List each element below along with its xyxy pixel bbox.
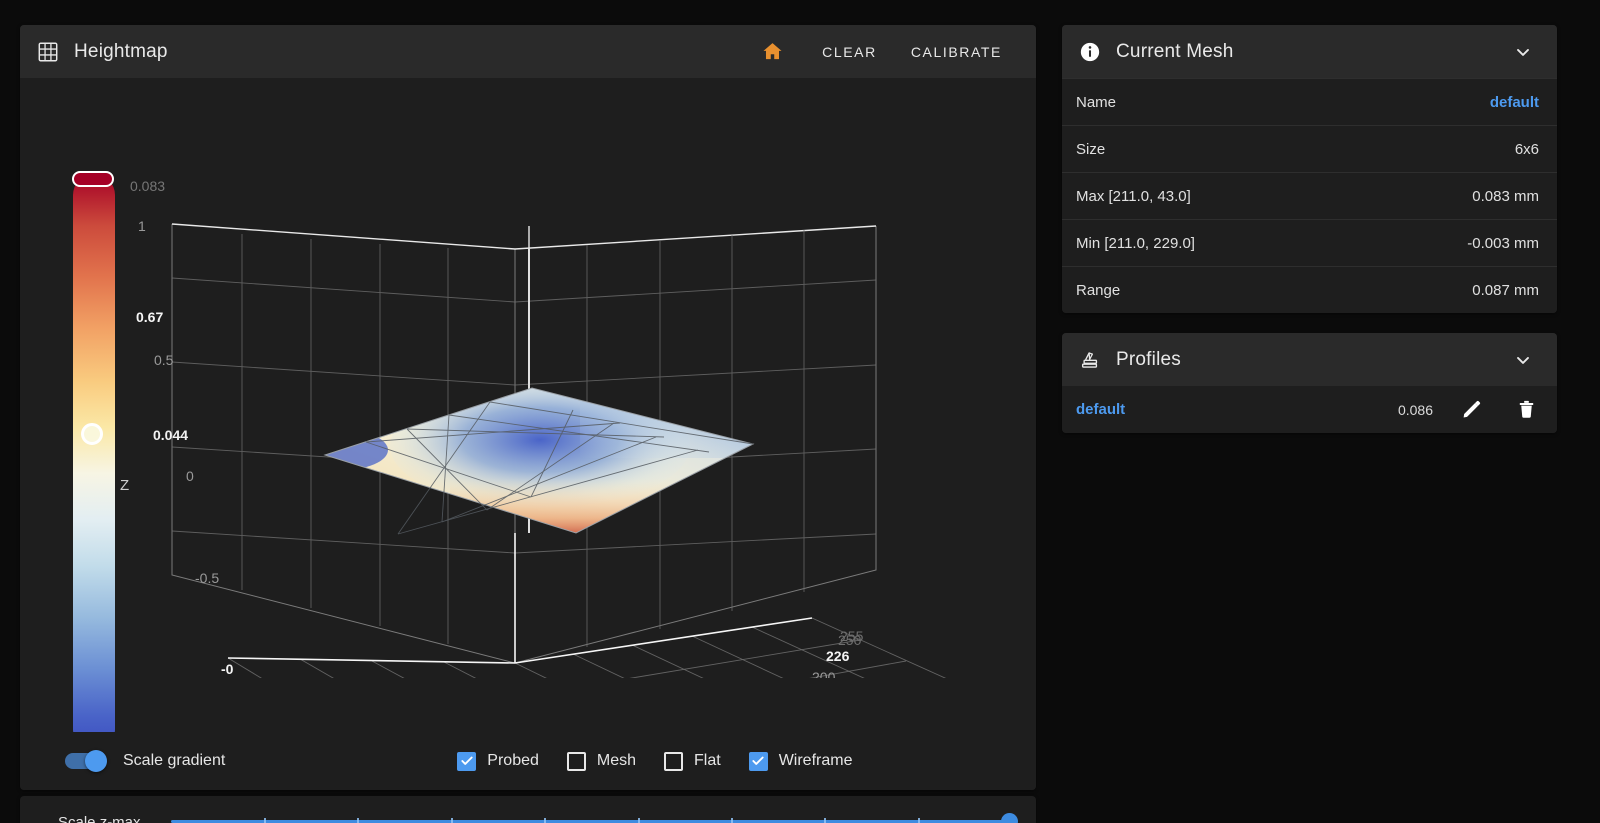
zmax-slider-tick xyxy=(824,818,827,823)
colorbar-axis-title: Z xyxy=(120,477,130,494)
checkbox-probed[interactable]: Probed xyxy=(457,751,539,771)
chevron-down-icon[interactable] xyxy=(1509,346,1537,374)
zmax-label: Scale z-max. xyxy=(58,813,145,823)
zmax-slider-tick xyxy=(731,818,733,823)
scale-gradient-label: Scale gradient xyxy=(123,752,226,769)
colorbar-mid-label: 0.044 xyxy=(153,427,189,443)
colorbar-min-label: -0.003 xyxy=(128,731,168,732)
profiles-card: Profiles default 0.086 xyxy=(1062,333,1557,433)
pencil-icon xyxy=(1461,400,1482,423)
color-gradient-bar xyxy=(73,174,115,732)
mesh-row-max: Max [211.0, 43.0] 0.083 mm xyxy=(1062,172,1557,219)
delete-profile-button[interactable] xyxy=(1510,393,1543,426)
colorbar-max-label: 0.083 xyxy=(130,178,166,194)
checkbox-flat[interactable]: Flat xyxy=(664,751,721,771)
mesh-row-key: Range xyxy=(1076,281,1121,299)
calibrate-button[interactable]: CALIBRATE xyxy=(897,36,1016,68)
zmax-slider-tick xyxy=(450,818,453,823)
z-tick-neg05: -0.5 xyxy=(195,570,219,586)
display-checkbox-group: Probed Mesh Flat Wireframe xyxy=(457,751,853,771)
zmax-slider-tick xyxy=(264,818,267,823)
y-tick-255: 255 xyxy=(840,628,864,644)
heightmap-page: Heightmap CLEAR CALIBRATE 1 0.67 0.5 0 -… xyxy=(0,0,1600,823)
mesh-row-value[interactable]: default xyxy=(1490,94,1539,111)
zmax-slider-tick xyxy=(637,818,640,823)
checkbox-probed-label: Probed xyxy=(487,752,539,769)
profile-list-item: default 0.086 xyxy=(1062,386,1557,433)
y-tick-200: 200 xyxy=(812,669,836,678)
heightmap-plot[interactable]: 1 0.67 0.5 0 -0.5 -0 50 100 150 200 226 … xyxy=(20,78,1036,732)
mesh-surface xyxy=(323,387,755,535)
mesh-row-key: Min [211.0, 229.0] xyxy=(1076,234,1195,252)
z-tick-067: 0.67 xyxy=(136,309,163,325)
plot-options-row: Scale gradient Probed Mesh Flat Wirefram… xyxy=(20,732,1036,790)
edit-profile-button[interactable] xyxy=(1455,393,1488,426)
color-scale-mid-handle[interactable] xyxy=(81,423,103,445)
checkbox-wireframe-box[interactable] xyxy=(748,751,768,771)
left-column: Heightmap CLEAR CALIBRATE 1 0.67 0.5 0 -… xyxy=(20,25,1036,823)
mesh-row-key: Size xyxy=(1076,140,1106,158)
current-mesh-card: Current Mesh Name default Size 6x6 Max [… xyxy=(1062,25,1557,313)
grid-icon xyxy=(36,40,60,64)
surface-plot-3d[interactable]: 1 0.67 0.5 0 -0.5 -0 50 100 150 200 226 … xyxy=(20,78,1036,678)
y-tick-226: 226 xyxy=(826,648,850,664)
color-scale-max-handle[interactable] xyxy=(72,171,114,187)
checkbox-probed-box[interactable] xyxy=(457,751,477,771)
color-scale-slider[interactable] xyxy=(72,171,115,732)
checkbox-wireframe[interactable]: Wireframe xyxy=(748,751,853,771)
page-title: Heightmap xyxy=(74,40,168,62)
zmax-slider-thumb[interactable] xyxy=(1001,813,1018,823)
trash-icon xyxy=(1516,400,1537,423)
z-tick-0: 0 xyxy=(186,468,194,484)
zmax-slider-tick xyxy=(917,818,920,823)
checkbox-mesh[interactable]: Mesh xyxy=(566,751,637,771)
checkbox-flat-box[interactable] xyxy=(664,751,684,771)
toggle-knob xyxy=(85,750,107,772)
heightmap-card: Heightmap CLEAR CALIBRATE 1 0.67 0.5 0 -… xyxy=(20,25,1036,790)
info-icon xyxy=(1078,40,1102,64)
mesh-row-value: 6x6 xyxy=(1514,140,1539,158)
zmax-slider-tick xyxy=(357,818,360,823)
home-button[interactable] xyxy=(753,34,792,69)
mesh-row-value: 0.087 mm xyxy=(1472,281,1539,299)
mesh-row-range: Range 0.087 mm xyxy=(1062,266,1557,313)
profile-name[interactable]: default xyxy=(1076,401,1125,418)
scale-gradient-toggle[interactable] xyxy=(65,750,111,772)
checkbox-flat-label: Flat xyxy=(694,752,721,769)
z-tick-05: 0.5 xyxy=(154,352,174,368)
mesh-row-value: -0.003 mm xyxy=(1467,234,1539,252)
zmax-slider[interactable] xyxy=(170,811,1018,823)
checkbox-wireframe-label: Wireframe xyxy=(778,752,853,769)
mesh-row-value: 0.083 mm xyxy=(1472,187,1539,205)
profiles-title: Profiles xyxy=(1116,348,1181,370)
zmax-slider-tick xyxy=(544,818,547,823)
clear-button[interactable]: CLEAR xyxy=(808,36,891,68)
mesh-row-key: Max [211.0, 43.0] xyxy=(1076,187,1191,205)
home-icon xyxy=(761,43,784,66)
current-mesh-header: Current Mesh xyxy=(1062,25,1557,78)
checkbox-mesh-box[interactable] xyxy=(566,751,586,771)
chevron-down-icon[interactable] xyxy=(1509,38,1537,66)
mesh-row-size: Size 6x6 xyxy=(1062,125,1557,172)
checkbox-mesh-label: Mesh xyxy=(596,752,637,769)
mesh-row-name: Name default xyxy=(1062,78,1557,125)
z-tick-1: 1 xyxy=(138,218,146,234)
zmax-card: Scale z-max. xyxy=(20,796,1036,823)
heightmap-header: Heightmap CLEAR CALIBRATE xyxy=(20,25,1036,78)
mesh-row-key: Name xyxy=(1076,93,1117,111)
profiles-header: Profiles xyxy=(1062,333,1557,386)
mesh-row-min: Min [211.0, 229.0] -0.003 mm xyxy=(1062,219,1557,266)
current-mesh-title: Current Mesh xyxy=(1116,40,1234,62)
layers-icon xyxy=(1078,348,1102,372)
x-tick-0: -0 xyxy=(221,661,234,677)
profile-value: 0.086 xyxy=(1397,401,1433,418)
right-column: Current Mesh Name default Size 6x6 Max [… xyxy=(1062,25,1557,823)
